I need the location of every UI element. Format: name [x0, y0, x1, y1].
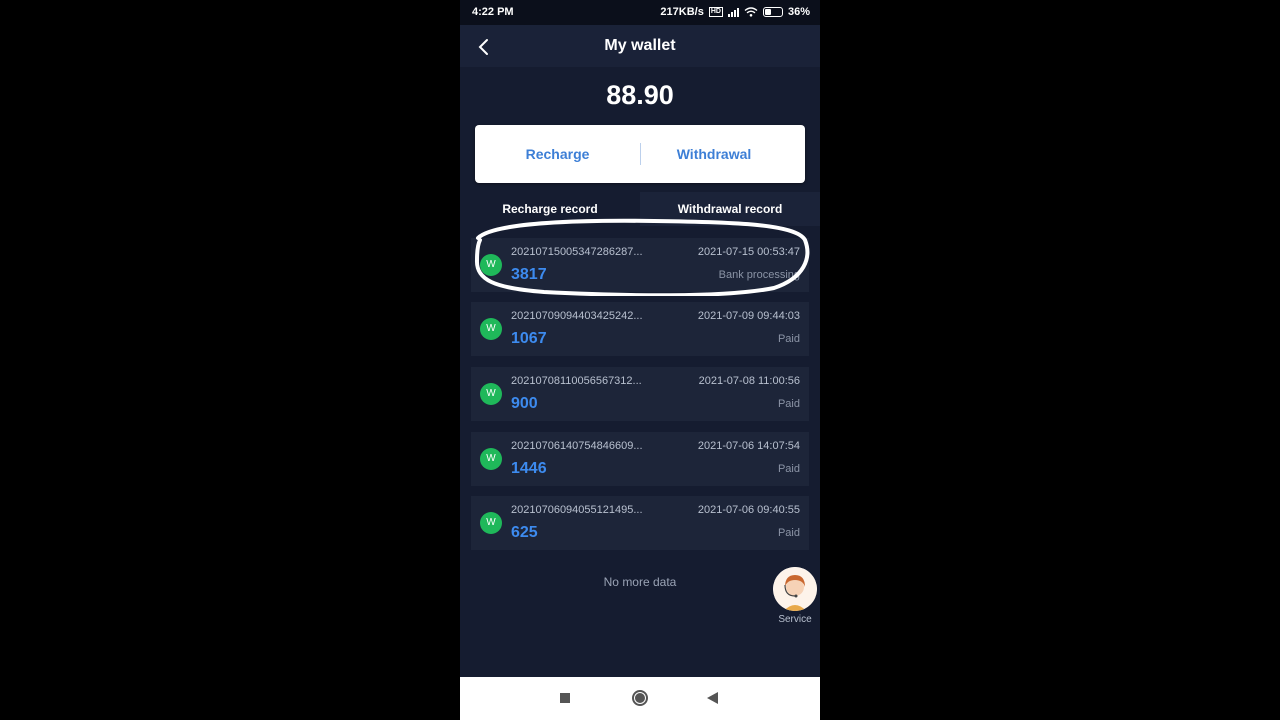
page-title: My wallet: [604, 37, 676, 54]
wifi-icon: [744, 7, 758, 17]
net-speed: 217KB/s: [660, 6, 704, 18]
signal-icon: [727, 7, 739, 17]
record-status: Paid: [777, 463, 800, 475]
back-triangle-icon[interactable]: [693, 677, 733, 720]
order-number: 20210715005347286287...: [511, 246, 643, 258]
recharge-button[interactable]: Recharge: [475, 125, 640, 183]
recent-apps-square-icon[interactable]: [545, 677, 585, 720]
tab-withdrawal-record[interactable]: Withdrawal record: [640, 192, 820, 226]
record-date: 2021-07-08 11:00:56: [698, 375, 800, 387]
record-row[interactable]: W 20210709094403425242... 1067 2021-07-0…: [471, 302, 809, 356]
order-number: 20210706094055121495...: [511, 504, 643, 516]
record-status: Paid: [777, 527, 800, 539]
service-button[interactable]: Service: [772, 567, 818, 627]
record-row[interactable]: W 20210715005347286287... 3817 2021-07-1…: [471, 238, 809, 292]
withdraw-badge-icon: W: [480, 254, 502, 276]
record-date: 2021-07-09 09:44:03: [697, 310, 800, 322]
withdraw-badge-icon: W: [480, 448, 502, 470]
record-status: Bank processing: [718, 269, 800, 281]
battery-icon: [762, 7, 783, 17]
withdraw-badge-icon: W: [480, 383, 502, 405]
service-label: Service: [778, 614, 812, 625]
record-amount: 900: [511, 395, 538, 412]
android-nav-bar: [460, 677, 820, 720]
withdraw-badge-icon: W: [480, 512, 502, 534]
no-more-data-text: No more data: [603, 575, 677, 589]
record-amount: 1067: [511, 330, 547, 347]
home-circle-icon[interactable]: [620, 677, 660, 720]
wallet-actions-card: Recharge Withdrawal: [475, 125, 805, 183]
phone-screen: 4:22 PM 217KB/s HD 36% My wallet 88.90 R…: [460, 0, 820, 720]
record-date: 2021-07-15 00:53:47: [697, 246, 800, 258]
wallet-balance: 88.90: [606, 80, 674, 110]
record-date: 2021-07-06 09:40:55: [697, 504, 800, 516]
record-tabs: Recharge record Withdrawal record: [460, 192, 820, 226]
record-row[interactable]: W 20210708110056567312... 900 2021-07-08…: [471, 367, 809, 421]
order-number: 20210709094403425242...: [511, 310, 643, 322]
hd-badge-icon: HD: [708, 7, 723, 17]
record-row[interactable]: W 20210706094055121495... 625 2021-07-06…: [471, 496, 809, 550]
battery-percent: 36%: [787, 6, 810, 18]
record-amount: 3817: [511, 266, 547, 283]
record-date: 2021-07-06 14:07:54: [697, 440, 800, 452]
tab-recharge-record[interactable]: Recharge record: [460, 192, 640, 226]
record-amount: 625: [511, 524, 538, 541]
header-bar: My wallet: [460, 25, 820, 67]
record-amount: 1446: [511, 460, 547, 477]
status-right: 217KB/s HD 36%: [660, 6, 810, 18]
record-row[interactable]: W 20210706140754846609... 1446 2021-07-0…: [471, 432, 809, 486]
order-number: 20210708110056567312...: [511, 375, 642, 387]
withdraw-badge-icon: W: [480, 318, 502, 340]
customer-service-avatar-icon: [773, 567, 817, 611]
record-status: Paid: [777, 398, 800, 410]
withdrawal-button[interactable]: Withdrawal: [641, 125, 787, 183]
status-time: 4:22 PM: [472, 6, 514, 18]
status-bar: 4:22 PM 217KB/s HD 36%: [460, 0, 820, 25]
order-number: 20210706140754846609...: [511, 440, 643, 452]
record-status: Paid: [777, 333, 800, 345]
